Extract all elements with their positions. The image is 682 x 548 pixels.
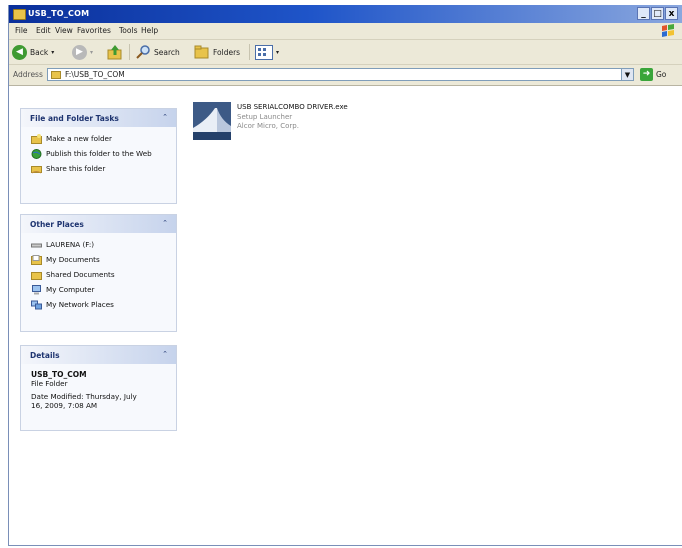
address-label: Address (13, 70, 43, 79)
my-documents-icon (31, 255, 42, 265)
forward-button[interactable]: ▶ ▾ (72, 43, 93, 61)
windows-flag-icon (662, 24, 674, 37)
search-icon (136, 45, 150, 59)
place-label: My Network Places (46, 300, 114, 309)
task-make-folder[interactable]: Make a new folder (31, 134, 168, 144)
place-my-network-places[interactable]: My Network Places (31, 300, 168, 310)
other-places-panel: Other Places ⌃ LAURENA (F:) My Documents… (20, 214, 177, 332)
panel-header[interactable]: Other Places ⌃ (21, 215, 176, 233)
go-arrow-icon[interactable]: ➜ (640, 68, 653, 81)
details-panel: Details ⌃ USB_TO_COM File Folder Date Mo… (20, 345, 177, 431)
details-type: File Folder (31, 379, 68, 388)
place-label: My Documents (46, 255, 100, 264)
details-date-modified-cont: 16, 2009, 7:08 AM (31, 401, 98, 410)
close-button[interactable]: x (665, 7, 678, 20)
folder-icon (51, 71, 61, 79)
task-label: Make a new folder (46, 134, 112, 143)
folders-label: Folders (213, 47, 241, 57)
title-bar[interactable]: USB_TO_COM _ □ x (9, 5, 682, 23)
menu-edit[interactable]: Edit (36, 26, 51, 35)
place-shared-documents[interactable]: Shared Documents (31, 270, 168, 280)
menu-help[interactable]: Help (141, 26, 158, 35)
task-share-folder[interactable]: Share this folder (31, 164, 168, 174)
collapse-chevron-icon[interactable]: ⌃ (160, 349, 170, 359)
shared-documents-icon (31, 272, 42, 280)
task-publish-web[interactable]: Publish this folder to the Web (31, 149, 168, 159)
my-computer-icon (32, 285, 41, 295)
globe-icon (31, 149, 42, 159)
task-label: Publish this folder to the Web (46, 149, 152, 158)
maximize-button[interactable]: □ (651, 7, 664, 20)
forward-dropdown-icon: ▾ (90, 48, 94, 56)
panel-title: Other Places (30, 220, 84, 229)
back-button[interactable]: ◀ Back ▾ (12, 43, 54, 61)
menu-view[interactable]: View (55, 26, 73, 35)
address-dropdown-icon[interactable]: ▼ (621, 68, 634, 81)
up-folder-button[interactable] (107, 43, 123, 61)
address-bar: Address F:\USB_TO_COM ▼ ➜ Go (9, 65, 682, 86)
back-dropdown-icon: ▾ (51, 48, 55, 56)
panel-header[interactable]: File and Folder Tasks ⌃ (21, 109, 176, 127)
folders-button[interactable]: Folders (194, 43, 240, 61)
address-path: F:\USB_TO_COM (65, 70, 125, 79)
menu-bar: File Edit View Favorites Tools Help (9, 23, 682, 40)
menu-favorites[interactable]: Favorites (77, 26, 111, 35)
up-folder-icon (107, 45, 122, 60)
views-button[interactable]: ▾ (255, 43, 279, 61)
back-label: Back (30, 47, 49, 57)
forward-arrow-icon: ▶ (72, 44, 87, 60)
network-places-icon (31, 300, 42, 310)
place-label: LAURENA (F:) (46, 240, 95, 249)
minimize-button[interactable]: _ (637, 7, 650, 20)
views-dropdown-icon: ▾ (276, 48, 280, 56)
window-title: USB_TO_COM (28, 9, 90, 18)
setup-launcher-icon (193, 102, 231, 140)
place-my-computer[interactable]: My Computer (31, 285, 168, 295)
file-folder-tasks-panel: File and Folder Tasks ⌃ Make a new folde… (20, 108, 177, 204)
file-name: USB SERIALCOMBO DRIVER.exe (237, 103, 348, 111)
details-folder-name: USB_TO_COM (31, 370, 87, 379)
place-laurena-drive[interactable]: LAURENA (F:) (31, 240, 168, 250)
search-button[interactable]: Search (135, 43, 180, 61)
toolbar-separator (129, 44, 130, 60)
folder-icon (13, 9, 26, 20)
file-description: Setup Launcher (237, 113, 293, 121)
new-folder-icon (31, 134, 42, 144)
place-label: Shared Documents (46, 270, 115, 279)
address-input[interactable]: F:\USB_TO_COM (47, 68, 622, 81)
toolbar-separator (249, 44, 250, 60)
panel-title: Details (30, 351, 60, 360)
go-button[interactable]: Go (656, 70, 666, 79)
file-company: Alcor Micro, Corp. (237, 122, 299, 130)
folder-view: File and Folder Tasks ⌃ Make a new folde… (9, 86, 682, 545)
collapse-chevron-icon[interactable]: ⌃ (160, 218, 170, 228)
explorer-window: USB_TO_COM _ □ x File Edit View Favorite… (8, 5, 682, 546)
panel-title: File and Folder Tasks (30, 114, 119, 123)
task-label: Share this folder (46, 164, 106, 173)
share-folder-icon (31, 166, 42, 174)
toolbar: ◀ Back ▾ ▶ ▾ Search Folders ▾ (9, 40, 682, 65)
details-date-modified: Date Modified: Thursday, July (31, 392, 137, 401)
place-label: My Computer (46, 285, 95, 294)
search-label: Search (154, 47, 180, 57)
panel-header[interactable]: Details ⌃ (21, 346, 176, 364)
views-icon (255, 44, 273, 60)
collapse-chevron-icon[interactable]: ⌃ (160, 112, 170, 122)
back-arrow-icon: ◀ (12, 44, 27, 60)
file-item[interactable]: USB SERIALCOMBO DRIVER.exe Setup Launche… (193, 102, 413, 142)
menu-file[interactable]: File (15, 26, 28, 35)
place-my-documents[interactable]: My Documents (31, 255, 168, 265)
removable-drive-icon (31, 243, 42, 248)
menu-tools[interactable]: Tools (119, 26, 137, 35)
folders-icon (194, 45, 209, 59)
